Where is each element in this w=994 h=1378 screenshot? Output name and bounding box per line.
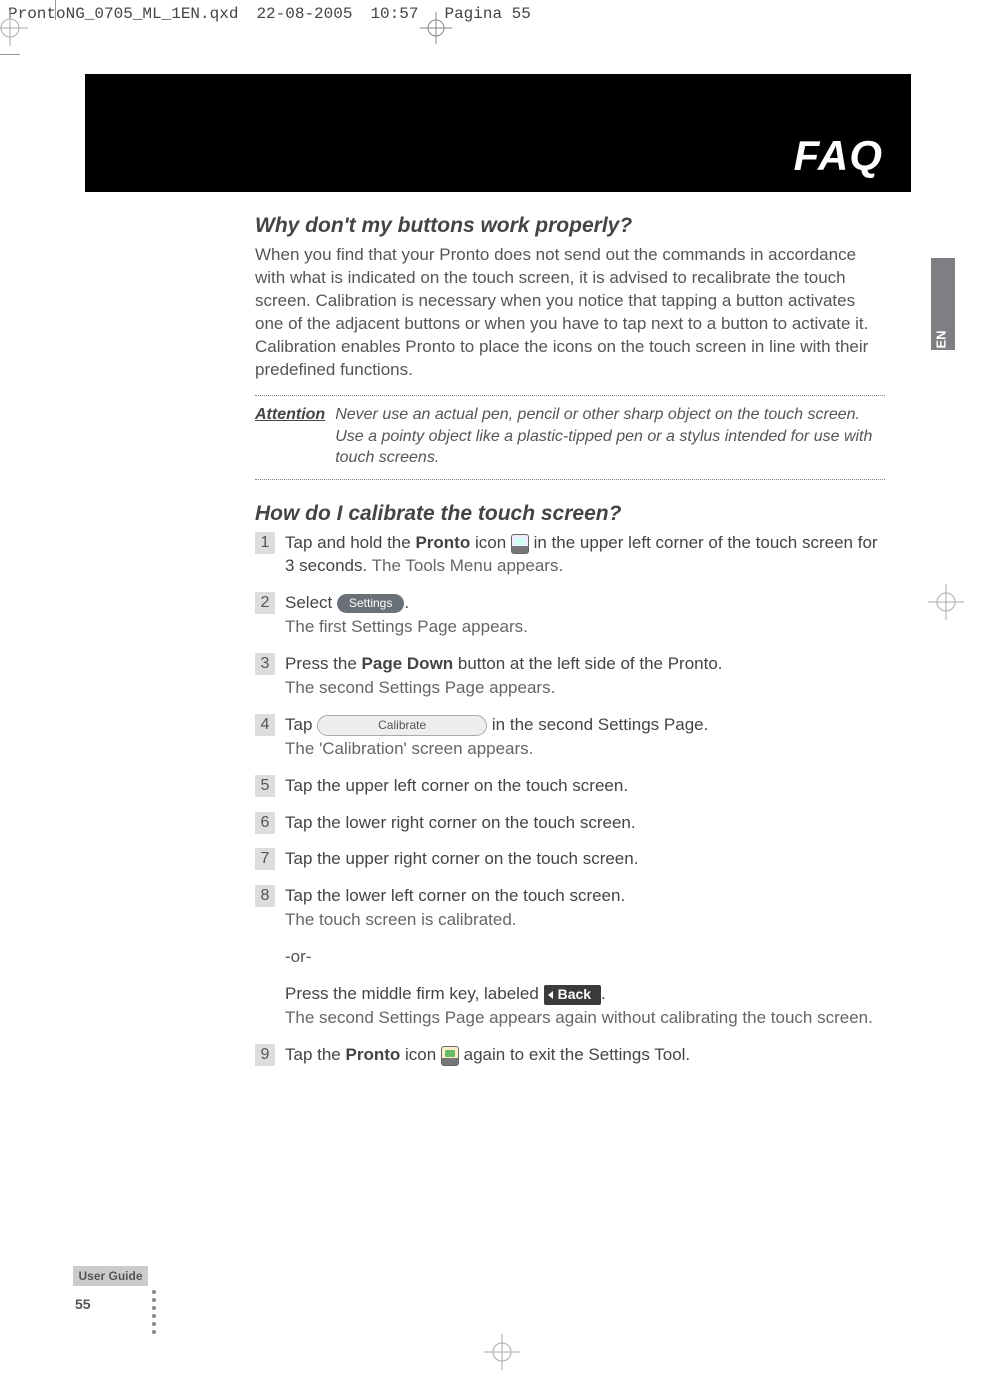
step-text: Tap the lower right corner on the touch … xyxy=(285,812,885,835)
step-text: Press the Page Down button at the left s… xyxy=(285,653,885,676)
step-subtext: The Tools Menu appears. xyxy=(372,556,564,575)
registration-mark-icon xyxy=(420,12,452,44)
registration-mark-icon xyxy=(928,584,964,620)
step-1: 1 Tap and hold the Pronto icon in the up… xyxy=(255,532,885,578)
step-9: 9 Tap the Pronto icon again to exit the … xyxy=(255,1044,885,1067)
crop-mark xyxy=(0,54,20,55)
pronto-icon xyxy=(511,534,529,554)
step-text: Tap Calibrate in the second Settings Pag… xyxy=(285,714,885,737)
pronto-icon xyxy=(441,1046,459,1066)
language-tab-label: EN xyxy=(933,330,948,348)
settings-pill: Settings xyxy=(337,594,404,613)
step-text: Select Settings. xyxy=(285,592,885,615)
step-number: 8 xyxy=(255,885,275,907)
registration-mark-icon xyxy=(484,1334,520,1370)
step-subtext: The second Settings Page appears. xyxy=(285,677,885,700)
step-number: 7 xyxy=(255,848,275,870)
or-label: -or- xyxy=(285,946,885,969)
section2-heading: How do I calibrate the touch screen? xyxy=(255,500,885,528)
file-page: Pagina 55 xyxy=(444,5,530,23)
decorative-dots xyxy=(152,1290,156,1334)
step-text: Press the middle firm key, labeled Back. xyxy=(285,983,885,1006)
step-text: Tap the upper right corner on the touch … xyxy=(285,848,885,871)
step-text: Tap the Pronto icon again to exit the Se… xyxy=(285,1044,885,1067)
step-number: 2 xyxy=(255,592,275,614)
step-number: 1 xyxy=(255,532,275,554)
attention-label: Attention xyxy=(255,404,325,469)
file-date: 22-08-2005 xyxy=(256,5,352,23)
page-title: FAQ xyxy=(794,132,883,180)
step-number: 3 xyxy=(255,653,275,675)
step-8: 8 Tap the lower left corner on the touch… xyxy=(255,885,885,932)
section1-body: When you find that your Pronto does not … xyxy=(255,244,885,382)
step-subtext: The 'Calibration' screen appears. xyxy=(285,738,885,761)
content-area: Why don't my buttons work properly? When… xyxy=(255,212,885,1081)
press-instruction: Press the middle firm key, labeled Back.… xyxy=(285,983,885,1030)
step-text: Tap the upper left corner on the touch s… xyxy=(285,775,885,798)
attention-body: Never use an actual pen, pencil or other… xyxy=(335,404,885,469)
step-4: 4 Tap Calibrate in the second Settings P… xyxy=(255,714,885,761)
step-7: 7 Tap the upper right corner on the touc… xyxy=(255,848,885,871)
page-number: 55 xyxy=(75,1296,91,1312)
file-header: ProntoNG_0705_ML_1EN.qxd 22-08-2005 10:5… xyxy=(0,0,994,28)
section1-heading: Why don't my buttons work properly? xyxy=(255,212,885,240)
user-guide-label: User Guide xyxy=(73,1266,148,1286)
back-button-graphic: Back xyxy=(544,985,601,1005)
step-6: 6 Tap the lower right corner on the touc… xyxy=(255,812,885,835)
step-3: 3 Press the Page Down button at the left… xyxy=(255,653,885,700)
step-number: 5 xyxy=(255,775,275,797)
attention-block: Attention Never use an actual pen, penci… xyxy=(255,395,885,480)
crop-mark xyxy=(55,0,56,20)
step-subtext: The second Settings Page appears again w… xyxy=(285,1007,885,1030)
step-subtext: The first Settings Page appears. xyxy=(285,616,885,639)
step-number: 4 xyxy=(255,714,275,736)
registration-mark-icon xyxy=(0,10,28,46)
step-number: 6 xyxy=(255,812,275,834)
step-list: 1 Tap and hold the Pronto icon in the up… xyxy=(255,532,885,1067)
step-subtext: The touch screen is calibrated. xyxy=(285,909,885,932)
step-2: 2 Select Settings. The first Settings Pa… xyxy=(255,592,885,639)
filename: ProntoNG_0705_ML_1EN.qxd xyxy=(8,5,238,23)
step-text: Tap the lower left corner on the touch s… xyxy=(285,885,885,908)
step-number: 9 xyxy=(255,1044,275,1066)
file-time: 10:57 xyxy=(370,5,418,23)
calibrate-pill: Calibrate xyxy=(317,715,487,736)
step-5: 5 Tap the upper left corner on the touch… xyxy=(255,775,885,798)
title-band: FAQ xyxy=(85,74,911,192)
